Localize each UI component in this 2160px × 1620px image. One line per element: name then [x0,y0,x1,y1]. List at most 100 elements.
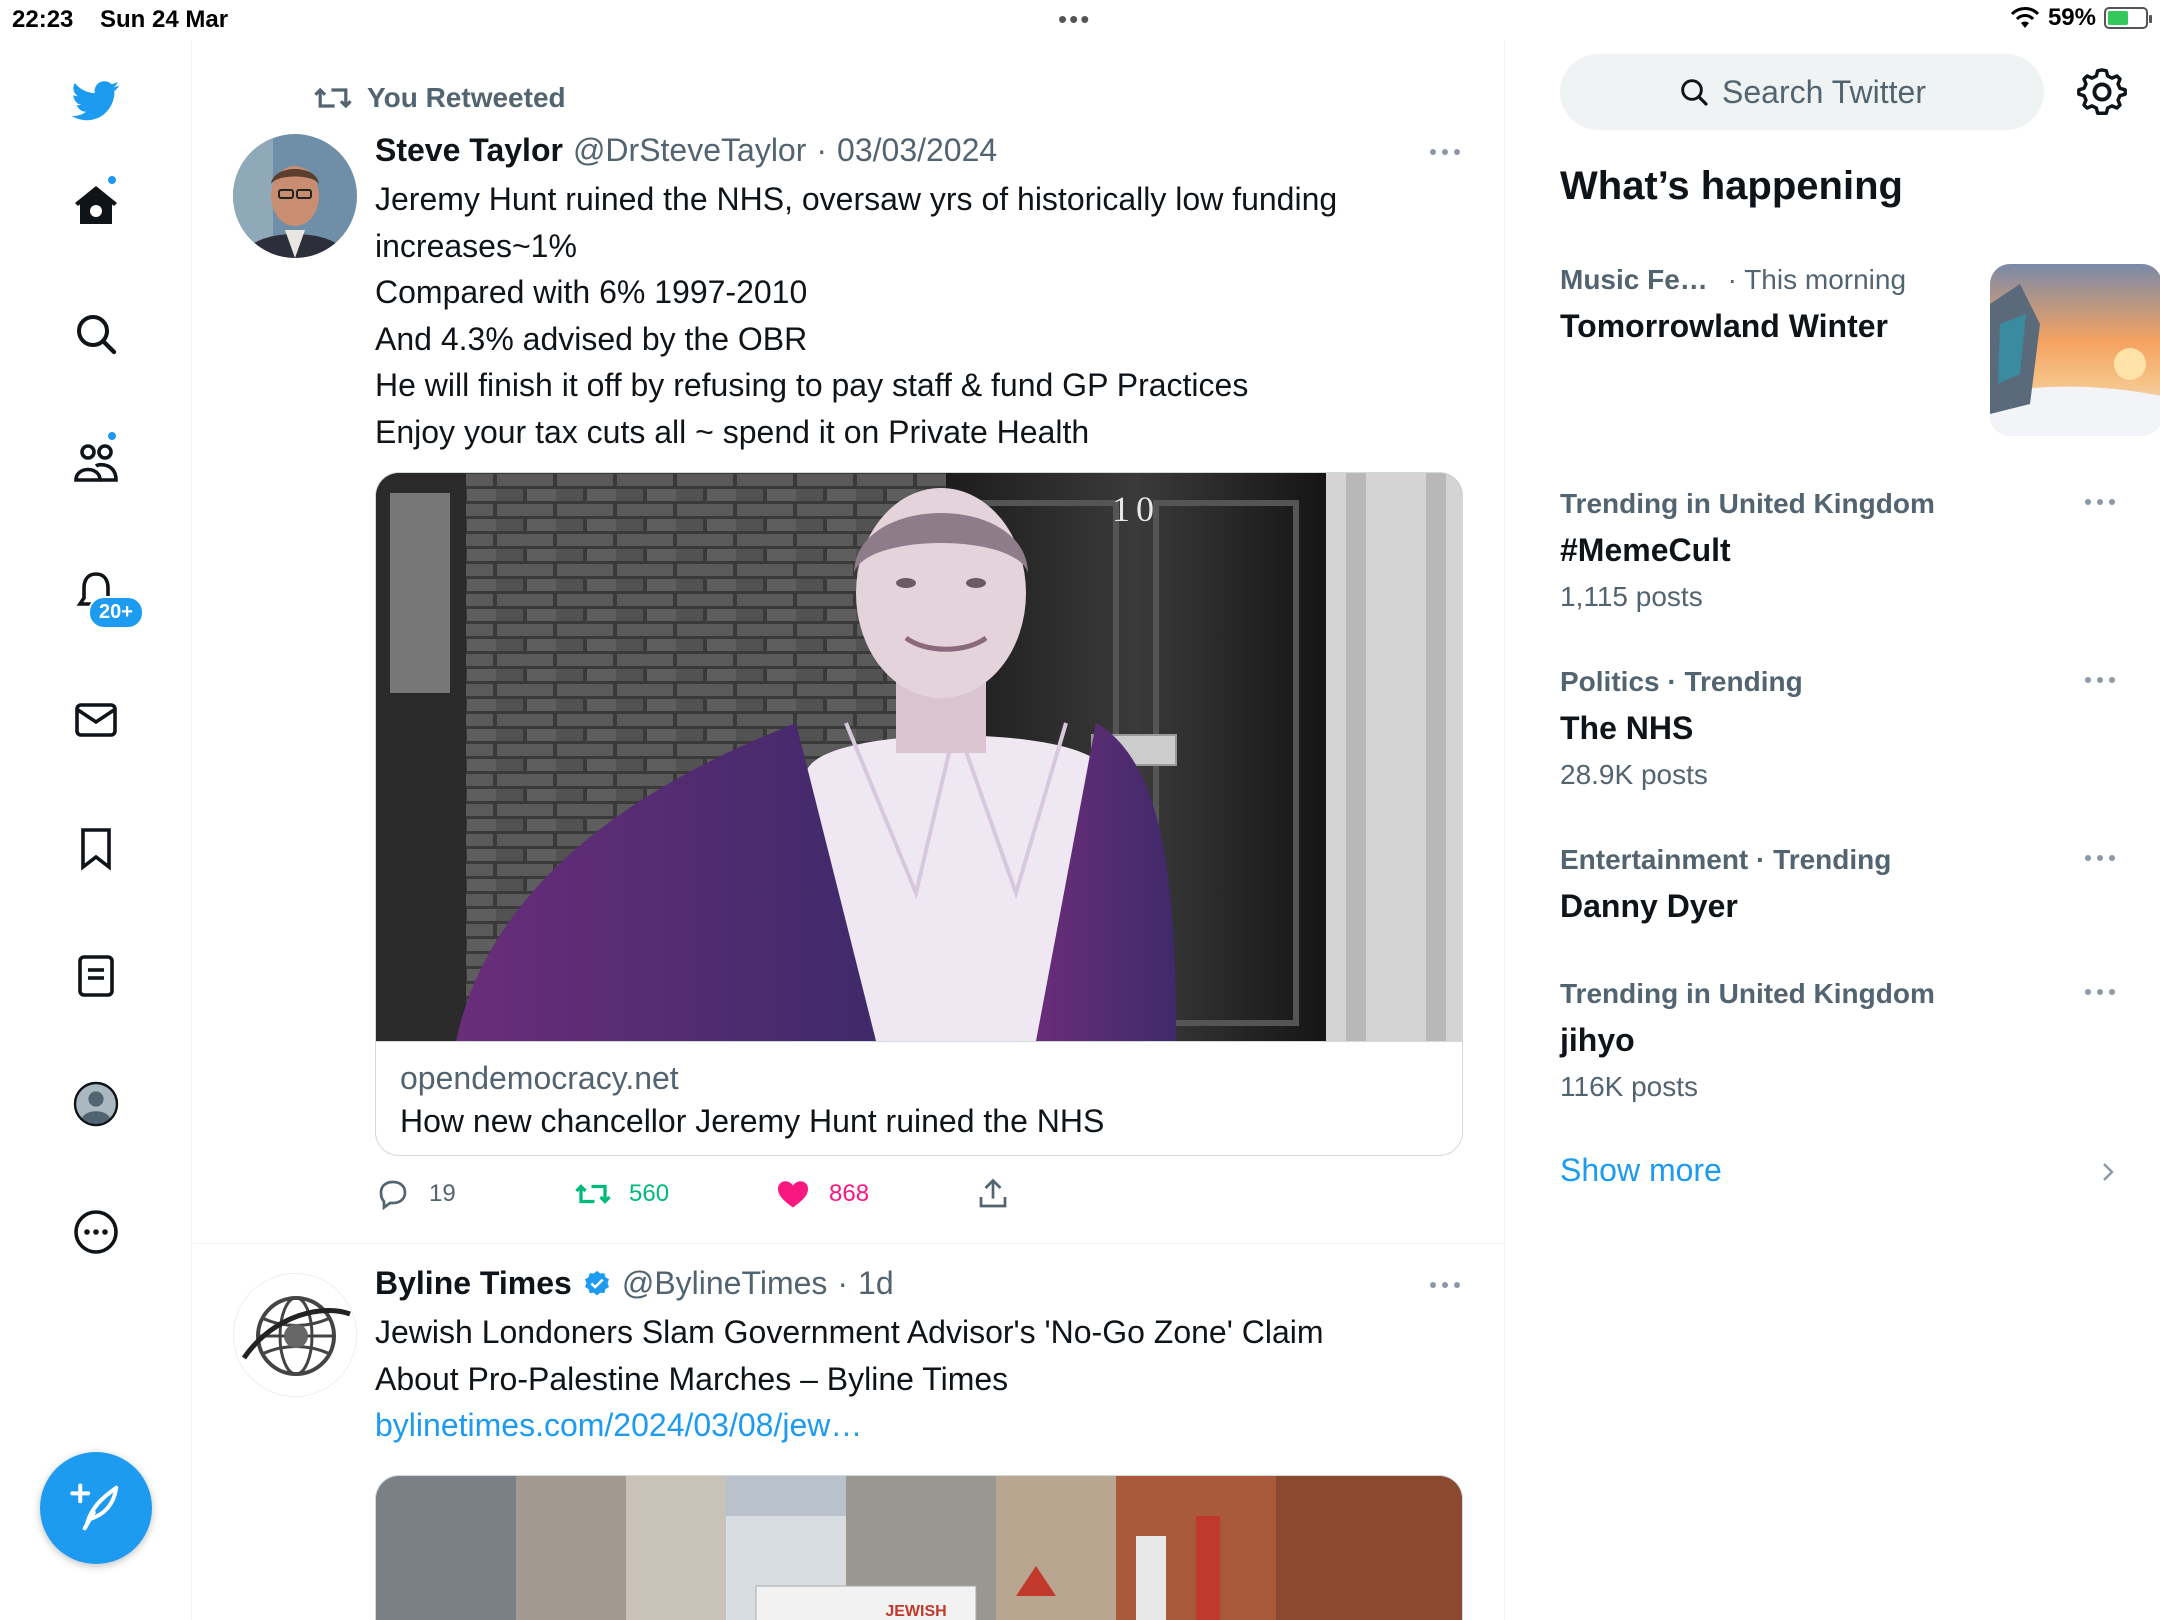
social-context: You Retweeted [313,82,566,114]
trend-context: Entertainment · Trending [1560,844,1892,875]
author-name[interactable]: Steve Taylor [375,132,563,169]
bookmarks-icon[interactable] [66,818,126,878]
like-button[interactable]: 868 [775,1176,869,1212]
trend-count: 28.9K posts [1560,759,1708,790]
status-indicators: 59% [2010,4,2152,32]
trend-item[interactable]: Trending in United Kingdom #MemeCult 1,1… [1560,488,2120,613]
communities-icon[interactable] [66,432,126,492]
trend-count: 116K posts [1560,1071,1699,1102]
left-navigation: 20+ [0,40,192,1620]
status-time: 22:23 [12,6,74,33]
tweet[interactable]: You Retweeted Steve Taylor @DrSteveTaylo… [193,40,1504,1244]
tweet-header: Steve Taylor @DrSteveTaylor · 03/03/2024 [375,132,997,169]
tweet-media[interactable]: JEWISH [375,1475,1463,1620]
status-date: Sun 24 Mar [100,6,229,33]
home-unread-dot [106,174,118,186]
link-card[interactable]: 10 opendemocracy.net How new chancellor … [375,472,1463,1156]
tweet-text: Jeremy Hunt ruined the NHS, oversaw yrs … [375,176,1455,455]
tweet-actions: 19 560 868 [375,1176,1375,1220]
card-domain: opendemocracy.net [400,1060,679,1096]
profile-avatar-icon[interactable] [66,1074,126,1134]
trend-name: Danny Dyer [1560,888,1738,924]
header-separator: · [837,1265,849,1301]
retweet-icon [314,87,352,109]
trend-name: #MemeCult [1560,532,1731,568]
battery-percent: 59% [2047,4,2096,31]
trend-more-icon[interactable] [2080,494,2120,510]
twitter-logo-icon[interactable] [66,70,126,130]
trend-context: Trending in United Kingdom [1560,488,1935,519]
tweet-link[interactable]: bylinetimes.com/2024/03/08/jew… [375,1407,862,1443]
card-title: How new chancellor Jeremy Hunt ruined th… [400,1103,1105,1139]
battery-icon [2104,7,2152,29]
wifi-icon [2010,7,2040,28]
tweet-text-line: Jeremy Hunt ruined the NHS, oversaw yrs … [375,181,1338,264]
search-input[interactable]: Search Twitter [1560,54,2044,130]
author-avatar[interactable] [233,134,357,258]
card-image: 10 [376,473,1462,1041]
tweet-more-icon[interactable] [1425,1275,1465,1295]
tweet-date[interactable]: 1d [858,1265,894,1302]
tweet-more-icon[interactable] [1425,142,1465,162]
messages-envelope-icon[interactable] [66,690,126,750]
status-bar: 22:23 Sun 24 Mar ••• 59% [0,0,2160,40]
lists-icon[interactable] [66,946,126,1006]
feather-plus-icon [70,1483,119,1531]
author-handle[interactable]: @DrSteveTaylor [573,132,806,169]
trend-item[interactable]: Politics · Trending The NHS 28.9K posts [1560,666,2120,791]
placard-text: JEWISH [885,1603,946,1620]
tweet-text: Jewish Londoners Slam Government Advisor… [375,1309,1375,1449]
trend-item[interactable]: Trending in United Kingdom jihyo 116K po… [1560,978,2120,1103]
whats-happening-heading: What’s happening [1560,164,1903,208]
trend-thumbnail [1990,264,2160,436]
settings-gear-icon[interactable] [2076,66,2128,118]
timeline: You Retweeted Steve Taylor @DrSteveTaylo… [193,40,1505,1620]
share-button[interactable] [975,1176,1011,1212]
march-photo: JEWISH [376,1476,1462,1620]
tweet-text-line: He will finish it off by refusing to pay… [375,367,1249,403]
author-handle[interactable]: @BylineTimes [622,1265,828,1302]
multitasking-dots-icon[interactable]: ••• [1058,4,1091,35]
communities-unread-dot [106,430,118,442]
verified-badge-icon [584,1270,609,1295]
heart-icon [778,1181,808,1208]
retweet-count: 560 [629,1180,670,1207]
right-sidebar: Search Twitter What’s happening Music Fe… [1506,40,2160,1620]
reply-icon [379,1180,407,1211]
trend-featured[interactable]: Music Fe… · This morning Tomorrowland Wi… [1560,264,2160,440]
trend-category: Music Fe… [1560,264,1708,295]
reply-button[interactable]: 19 [375,1176,456,1212]
trend-context: Politics · Trending [1560,666,1803,697]
trend-name: The NHS [1560,710,1694,746]
tweet-date[interactable]: 03/03/2024 [837,132,997,169]
retweet-button[interactable]: 560 [575,1176,669,1212]
search-icon[interactable] [66,304,126,364]
tweet-text-line: Enjoy your tax cuts all ~ spend it on Pr… [375,413,1090,450]
like-count: 868 [829,1180,870,1207]
trend-more-icon[interactable] [2080,984,2120,1000]
author-name[interactable]: Byline Times [375,1265,572,1302]
compose-tweet-button[interactable] [40,1452,152,1564]
trend-time: · This morning [1727,264,1907,295]
tweet-header: Byline Times @BylineTimes · 1d [375,1265,894,1302]
show-more-link[interactable]: Show more [1560,1152,1722,1189]
card-meta: opendemocracy.net How new chancellor Jer… [376,1041,1462,1155]
notifications-badge: 20+ [88,596,144,629]
door-number: 10 [1112,489,1160,529]
share-icon [979,1178,1007,1208]
author-avatar[interactable] [233,1273,357,1397]
trend-more-icon[interactable] [2080,672,2120,688]
retweeted-label: You Retweeted [367,82,566,113]
chevron-right-icon[interactable] [2096,1158,2120,1186]
tweet-text-line: Compared with 6% 1997-2010 [375,274,808,310]
more-options-icon[interactable] [66,1202,126,1262]
trend-context: Trending in United Kingdom [1560,978,1935,1009]
trend-count: 1,115 posts [1560,581,1703,612]
home-icon[interactable] [66,176,126,236]
trend-more-icon[interactable] [2080,850,2120,866]
tweet[interactable]: Byline Times @BylineTimes · 1d Jewish Lo… [193,1245,1504,1620]
reply-count: 19 [429,1180,456,1207]
retweet-icon [575,1184,611,1204]
trend-name: jihyo [1560,1022,1635,1058]
trend-item[interactable]: Entertainment · Trending Danny Dyer [1560,844,2120,925]
